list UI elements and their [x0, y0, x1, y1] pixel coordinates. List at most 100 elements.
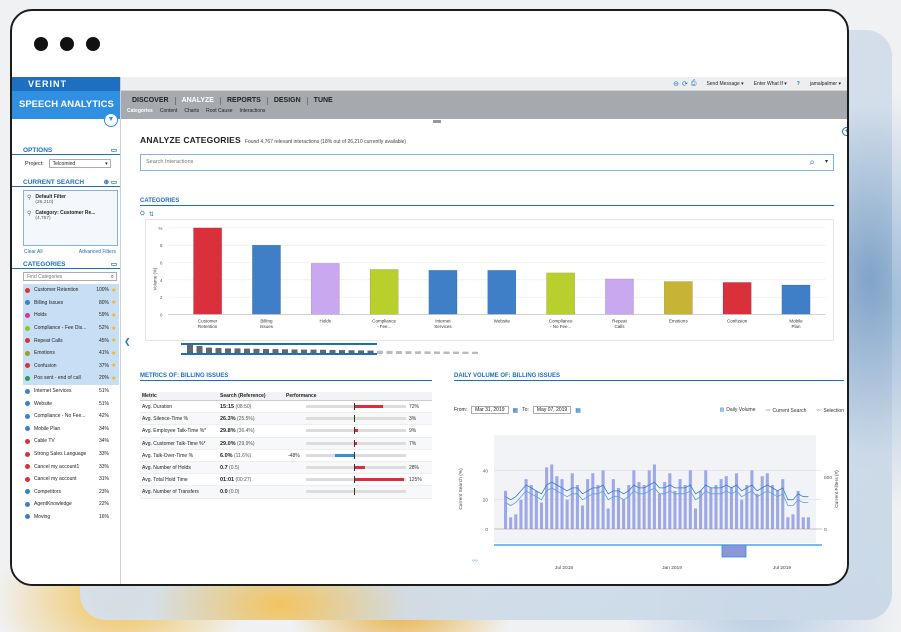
zoom-out-icon[interactable]: 〰	[472, 558, 478, 565]
table-row[interactable]: Avg. Number of Transfers 0.0 (0.0)	[140, 486, 432, 499]
list-item[interactable]: AgentKnowledge 22%	[23, 498, 119, 511]
subtab-root-cause[interactable]: Root Cause	[206, 108, 232, 114]
table-row[interactable]: Avg. Customer Talk-Time %* 29.0% (29.9%) 7…	[140, 437, 432, 450]
bar[interactable]	[658, 493, 662, 529]
bar[interactable]	[605, 278, 634, 315]
bar[interactable]	[637, 482, 641, 529]
bar[interactable]	[642, 485, 646, 529]
list-item[interactable]: Moving 16%	[23, 511, 119, 524]
bar[interactable]	[369, 269, 399, 315]
tab-reports[interactable]: REPORTS	[221, 97, 268, 105]
bar[interactable]	[606, 508, 610, 529]
calendar-icon[interactable]: ▦	[513, 407, 519, 414]
bar[interactable]	[616, 487, 621, 529]
legend-selection[interactable]: 〰 Selection	[816, 407, 844, 414]
star-icon[interactable]: ★	[111, 325, 119, 332]
bar[interactable]	[252, 244, 281, 315]
star-icon[interactable]: ★	[111, 375, 119, 382]
star-icon[interactable]: ★	[111, 312, 119, 319]
bar[interactable]	[539, 502, 544, 529]
calendar-icon[interactable]: ▦	[575, 407, 581, 414]
bar[interactable]	[428, 270, 458, 315]
send-message-menu[interactable]: Send Message ▾	[706, 81, 743, 87]
user-menu[interactable]: jamalpalmer ▾	[810, 81, 841, 87]
list-item[interactable]: Mobile Plan 34%	[23, 423, 119, 436]
bar[interactable]	[487, 270, 517, 315]
minimize-icon[interactable]: ▭	[111, 146, 117, 154]
subtab-charts[interactable]: Charts	[184, 108, 199, 114]
bar[interactable]	[550, 464, 554, 529]
table-row[interactable]: Avg. Silence-Time % 26.3% (25.5%) 3%	[140, 413, 432, 426]
list-item[interactable]: Compliance - No Fee... 42%	[23, 410, 119, 423]
bar[interactable]	[693, 508, 698, 529]
bar[interactable]	[673, 490, 677, 529]
project-select[interactable]: Telcomind	[48, 159, 111, 168]
chart-tool-icon[interactable]: ⛭	[140, 211, 145, 218]
bar[interactable]	[806, 517, 810, 529]
table-row[interactable]: Avg. Talk-Over-Time % 6.0% (11.6%) -48%	[140, 450, 432, 462]
list-item[interactable]: Compliance - Fee Dis... 52% ★	[23, 321, 119, 335]
bar[interactable]	[546, 272, 575, 315]
tab-design[interactable]: DESIGN	[268, 97, 308, 105]
bar[interactable]	[770, 485, 775, 529]
star-icon[interactable]: ★	[111, 362, 119, 369]
bar[interactable]	[735, 473, 739, 529]
window-dot-close[interactable]	[34, 37, 48, 51]
bar[interactable]	[652, 464, 656, 529]
window-dot-minimize[interactable]	[60, 37, 74, 51]
help-button[interactable]: ?	[797, 81, 800, 87]
bar[interactable]	[509, 517, 513, 529]
bar[interactable]	[591, 473, 595, 529]
table-row[interactable]: Avg. Employee Talk-Time %* 29.8% (36.4%) 9…	[140, 425, 432, 438]
bar[interactable]	[755, 493, 759, 529]
bar[interactable]	[514, 514, 518, 529]
bar[interactable]	[663, 281, 693, 315]
bar[interactable]	[622, 499, 626, 529]
bar[interactable]	[688, 470, 692, 529]
bar[interactable]	[781, 479, 785, 529]
bar[interactable]	[683, 485, 687, 529]
table-row[interactable]: Avg. Duration 15:15 (08:50) 72%	[140, 401, 432, 414]
bar[interactable]	[745, 485, 749, 529]
star-icon[interactable]: ★	[111, 350, 119, 357]
tab-analyze[interactable]: ANALYZE	[176, 97, 221, 105]
window-dot-maximize[interactable]	[86, 37, 100, 51]
list-item[interactable]: Website 51%	[23, 397, 119, 410]
list-item[interactable]: Repeat Calls 45% ★	[23, 334, 119, 347]
list-item[interactable]: Cancel my account1 33%	[23, 460, 119, 473]
bar[interactable]	[704, 470, 708, 529]
list-item[interactable]: Pos sent - end of call 20% ★	[23, 372, 119, 385]
bar[interactable]	[724, 476, 728, 529]
advanced-filters-link[interactable]: Advanced Filters	[79, 249, 116, 257]
subtab-categories[interactable]: Categories	[127, 108, 153, 114]
bar[interactable]	[786, 517, 790, 529]
table-row[interactable]: Avg. Number of Holds 0.7 (0.5) 28%	[140, 461, 432, 475]
clear-all-link[interactable]: Clear All	[24, 249, 43, 257]
bar[interactable]	[765, 473, 769, 529]
find-categories-input[interactable]: Find Categories ⌕	[23, 272, 117, 281]
bar[interactable]	[560, 479, 564, 529]
tab-discover[interactable]: DISCOVER	[126, 97, 176, 105]
bar[interactable]	[750, 470, 754, 529]
bar[interactable]	[647, 470, 651, 529]
to-date-input[interactable]: May 07, 2019	[532, 406, 572, 414]
from-date-input[interactable]: Mar 31, 2019	[471, 406, 509, 414]
drag-handle[interactable]	[433, 120, 441, 123]
bar[interactable]	[581, 505, 585, 529]
bar[interactable]	[632, 470, 636, 529]
bar[interactable]	[586, 479, 590, 529]
range-selector[interactable]	[181, 343, 377, 355]
collapse-panel-icon[interactable]: ▼	[104, 113, 118, 127]
refresh-icon[interactable]: ⟳	[682, 80, 688, 88]
bar[interactable]	[740, 499, 744, 529]
bar[interactable]	[519, 499, 523, 529]
bar[interactable]	[545, 467, 549, 529]
tab-tune[interactable]: TUNE	[308, 97, 339, 105]
bar[interactable]	[596, 485, 600, 529]
list-item[interactable]: Emotions 41% ★	[23, 346, 119, 360]
bar[interactable]	[801, 517, 805, 529]
add-search-icon[interactable]: ⊕ ▭	[104, 178, 117, 186]
list-item[interactable]: Cancel my account 31%	[23, 473, 119, 486]
search-icon[interactable]: ⌕	[809, 155, 815, 170]
subtab-interactions[interactable]: Interactions	[240, 108, 266, 114]
